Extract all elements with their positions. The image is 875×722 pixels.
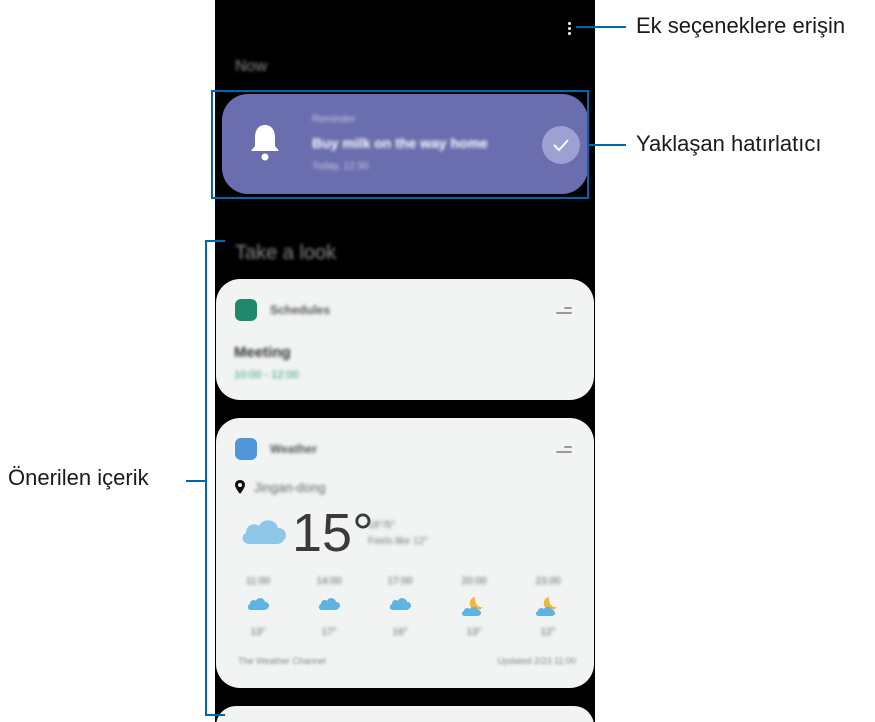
- collapse-icon[interactable]: [556, 307, 572, 317]
- weather-card[interactable]: Weather Jingan-dong 15° 18°/5° Feels lik…: [216, 418, 594, 688]
- weather-app-icon: [235, 438, 257, 460]
- temperature-details: 18°/5° Feels like 12°: [368, 518, 428, 550]
- hourly-forecast-item: 23:00 12°: [528, 576, 568, 638]
- cloud-icon: [242, 520, 286, 544]
- moon-cloud-icon: [454, 595, 494, 621]
- current-temperature: 15°: [292, 503, 374, 563]
- now-section-label: Now: [235, 58, 268, 75]
- feels-like: Feels like 12°: [368, 536, 429, 547]
- take-a-look-label: Take a look: [235, 242, 337, 264]
- hourly-forecast-item: 17:00 16°: [380, 576, 420, 638]
- hourly-forecast-item: 20:00 13°: [454, 576, 494, 638]
- more-options-icon[interactable]: [565, 22, 573, 36]
- suggested-bracket-bottom: [205, 714, 225, 716]
- suggested-bracket-line: [205, 240, 207, 716]
- reminder-callout-line: [589, 144, 626, 146]
- suggested-callout-line: [186, 480, 206, 482]
- suggested-bracket-top: [205, 240, 225, 242]
- options-callout-line: [576, 26, 626, 28]
- event-title: Meeting: [234, 344, 291, 361]
- weather-app-name: Weather: [270, 442, 318, 456]
- moon-cloud-icon: [528, 595, 568, 621]
- cloud-icon: [309, 595, 349, 621]
- weather-source: The Weather Channel: [238, 656, 326, 666]
- location-pin-icon: [235, 480, 245, 494]
- cloud-icon: [238, 595, 278, 621]
- reminder-highlight-frame: [211, 90, 589, 199]
- reminder-callout-label: Yaklaşan hatırlatıcı: [636, 131, 822, 156]
- schedule-app-name: Schedules: [270, 303, 331, 317]
- collapse-icon[interactable]: [556, 446, 572, 456]
- weather-updated[interactable]: Updated 2/23 11:00: [498, 656, 576, 666]
- calendar-icon: [235, 299, 257, 321]
- schedule-card[interactable]: Schedules Meeting 10:00 - 12:00: [216, 279, 594, 400]
- high-low: 18°/5°: [368, 520, 396, 531]
- hourly-forecast-item: 14:00 17°: [309, 576, 349, 638]
- hourly-forecast-item: 11:00 13°: [238, 576, 278, 638]
- cloud-icon: [380, 595, 420, 621]
- weather-location: Jingan-dong: [254, 480, 326, 495]
- options-callout-label: Ek seçeneklere erişin: [636, 13, 846, 38]
- suggested-callout-label: Önerilen içerik: [8, 465, 149, 490]
- next-card-peek[interactable]: [216, 706, 594, 722]
- event-time: 10:00 - 12:00: [234, 369, 299, 381]
